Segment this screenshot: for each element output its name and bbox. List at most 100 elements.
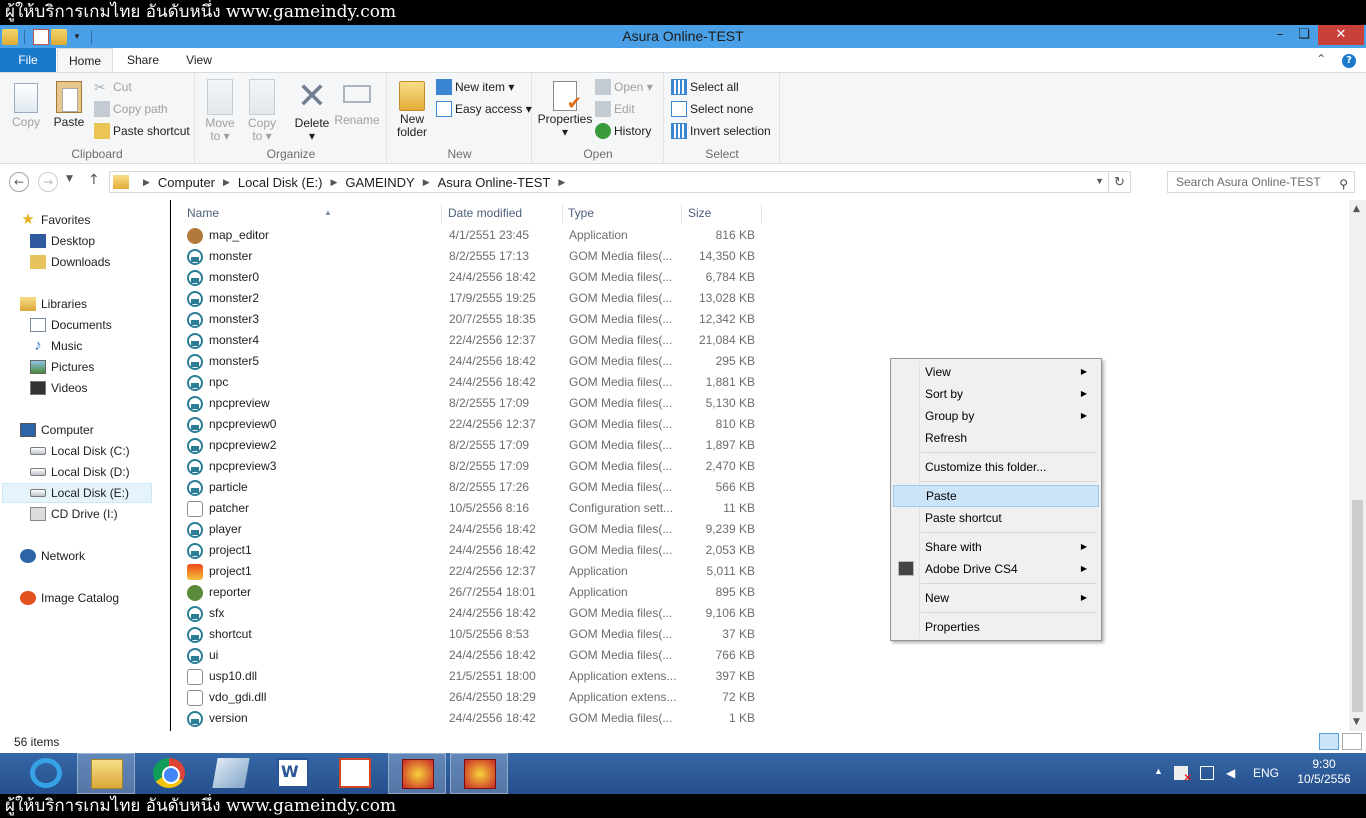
tab-share[interactable]: Share xyxy=(115,48,171,72)
file-row[interactable]: sfx 24/4/2556 18:42 GOM Media files(... 9,1… xyxy=(187,603,767,624)
file-row[interactable]: npcpreview3 8/2/2555 17:09 GOM Media files… xyxy=(187,456,767,477)
address-bar[interactable]: ▶ Computer ▶ Local Disk (E:) ▶ GAMEINDY … xyxy=(109,171,1131,193)
tab-view[interactable]: View xyxy=(171,48,227,72)
maximize-button[interactable]: ❏ xyxy=(1292,25,1316,45)
nav-downloads[interactable]: Downloads xyxy=(30,252,110,272)
context-menu-view[interactable]: View ▶ xyxy=(893,361,1099,383)
scrollbar-thumb[interactable] xyxy=(1352,500,1363,712)
nav-music[interactable]: ♪ Music xyxy=(30,336,82,356)
refresh-icon[interactable]: ↻ xyxy=(1108,172,1130,192)
nav-pictures[interactable]: Pictures xyxy=(30,357,94,377)
file-row[interactable]: monster 8/2/2555 17:13 GOM Media files(...… xyxy=(187,246,767,267)
file-row[interactable]: monster3 20/7/2555 18:35 GOM Media files(.… xyxy=(187,309,767,330)
chevron-right-icon[interactable]: ▶ xyxy=(330,177,337,188)
scroll-up-icon[interactable]: ▲ xyxy=(1353,204,1360,214)
close-button[interactable]: ✕ xyxy=(1318,25,1364,45)
open-button[interactable]: Open ▾ xyxy=(595,77,653,97)
nav-libraries[interactable]: Libraries xyxy=(20,294,87,314)
volume-icon[interactable]: ◀ xyxy=(1226,766,1235,780)
address-history-dropdown-icon[interactable]: ▼ xyxy=(1095,176,1104,186)
select-all-button[interactable]: Select all xyxy=(671,77,739,97)
properties-button[interactable]: Properties ▾ xyxy=(537,77,593,138)
context-menu-group-by[interactable]: Group by ▶ xyxy=(893,405,1099,427)
search-input[interactable]: Search Asura Online-TEST ⚲ xyxy=(1167,171,1355,193)
paste-shortcut-button[interactable]: Paste shortcut xyxy=(94,121,190,141)
file-row[interactable]: version 24/4/2556 18:42 GOM Media files(..… xyxy=(187,708,767,729)
copy-button[interactable]: Copy xyxy=(6,77,46,129)
up-arrow-icon[interactable]: ↑ xyxy=(88,172,100,188)
scroll-down-icon[interactable]: ▼ xyxy=(1353,717,1360,727)
collapse-ribbon-icon[interactable]: ⌃ xyxy=(1316,52,1326,66)
copy-path-button[interactable]: Copy path xyxy=(94,99,168,119)
delete-button[interactable]: ✕ Delete ▾ xyxy=(292,77,332,143)
minimize-button[interactable]: – xyxy=(1268,25,1292,45)
context-menu-properties[interactable]: Properties xyxy=(893,616,1099,638)
nav-computer[interactable]: Computer xyxy=(20,420,94,440)
nav-disk-e[interactable]: Local Disk (E:) xyxy=(2,483,152,503)
back-button[interactable]: ← xyxy=(9,172,29,192)
taskbar-powerpoint[interactable] xyxy=(326,753,384,794)
new-item-button[interactable]: New item ▾ xyxy=(436,77,514,97)
chevron-right-icon[interactable]: ▶ xyxy=(558,177,565,188)
context-menu-customize[interactable]: Customize this folder... xyxy=(893,456,1099,478)
nav-cd-drive[interactable]: CD Drive (I:) xyxy=(30,504,118,524)
taskbar-file-explorer[interactable] xyxy=(77,753,135,794)
details-view-button[interactable] xyxy=(1319,733,1339,750)
nav-disk-d[interactable]: Local Disk (D:) xyxy=(30,462,130,482)
context-menu-share-with[interactable]: Share with ▶ xyxy=(893,536,1099,558)
context-menu-adobe-drive[interactable]: Adobe Drive CS4 ▶ xyxy=(893,558,1099,580)
tab-home[interactable]: Home xyxy=(57,48,113,73)
recent-locations-dropdown-icon[interactable]: ▼ xyxy=(66,174,73,184)
move-to-button[interactable]: Move to ▾ xyxy=(202,77,238,142)
file-row[interactable]: ui 24/4/2556 18:42 GOM Media files(... 766 … xyxy=(187,645,767,666)
column-header-name[interactable]: Name ▲ xyxy=(187,204,442,223)
edit-button[interactable]: Edit xyxy=(595,99,635,119)
context-menu-sort-by[interactable]: Sort by ▶ xyxy=(893,383,1099,405)
paste-button[interactable]: Paste xyxy=(50,77,88,129)
search-icon[interactable]: ⚲ xyxy=(1339,174,1348,194)
nav-favorites[interactable]: ★ Favorites xyxy=(20,210,90,230)
chevron-right-icon[interactable]: ▶ xyxy=(223,177,230,188)
column-header-size[interactable]: Size xyxy=(688,204,762,223)
breadcrumb-gameindy[interactable]: GAMEINDY xyxy=(345,175,414,190)
network-status-icon[interactable] xyxy=(1200,766,1214,780)
vertical-scrollbar[interactable]: ▲ ▼ xyxy=(1349,200,1366,731)
taskbar-word[interactable] xyxy=(264,753,322,794)
taskbar-chrome[interactable] xyxy=(140,753,198,794)
file-row[interactable]: project1 22/4/2556 12:37 Application 5,011 … xyxy=(187,561,767,582)
file-row[interactable]: project1 24/4/2556 18:42 GOM Media files(.… xyxy=(187,540,767,561)
file-row[interactable]: reporter 26/7/2554 18:01 Application 895 KB xyxy=(187,582,767,603)
new-folder-button[interactable]: New folder xyxy=(392,77,432,138)
breadcrumb-computer[interactable]: Computer xyxy=(158,175,215,190)
taskbar-asura-game-2[interactable] xyxy=(450,753,508,794)
file-row[interactable]: vdo_gdi.dll 26/4/2550 18:29 Application ex… xyxy=(187,687,767,708)
tab-file[interactable]: File xyxy=(0,48,56,72)
large-icons-view-button[interactable] xyxy=(1342,733,1362,750)
context-menu-paste-shortcut[interactable]: Paste shortcut xyxy=(893,507,1099,529)
file-row[interactable]: npcpreview2 8/2/2555 17:09 GOM Media files… xyxy=(187,435,767,456)
rename-button[interactable]: Rename xyxy=(334,77,380,127)
clock[interactable]: 9:30 10/5/2556 xyxy=(1296,757,1352,787)
file-list[interactable]: Name ▲ Date modified Type Size map_edito… xyxy=(171,200,1349,731)
file-row[interactable]: npcpreview 8/2/2555 17:09 GOM Media files(… xyxy=(187,393,767,414)
file-row[interactable]: monster2 17/9/2555 19:25 GOM Media files(.… xyxy=(187,288,767,309)
taskbar-asura-game-1[interactable] xyxy=(388,753,446,794)
file-row[interactable]: shortcut 10/5/2556 8:53 GOM Media files(..… xyxy=(187,624,767,645)
file-row[interactable]: usp10.dll 21/5/2551 18:00 Application exte… xyxy=(187,666,767,687)
select-none-button[interactable]: Select none xyxy=(671,99,753,119)
file-row[interactable]: patcher 10/5/2556 8:16 Configuration sett.… xyxy=(187,498,767,519)
file-row[interactable]: particle 8/2/2555 17:26 GOM Media files(..… xyxy=(187,477,767,498)
nav-image-catalog[interactable]: Image Catalog xyxy=(20,588,119,608)
file-row[interactable]: monster4 22/4/2556 12:37 GOM Media files(.… xyxy=(187,330,767,351)
file-row[interactable]: monster0 24/4/2556 18:42 GOM Media files(.… xyxy=(187,267,767,288)
column-header-date[interactable]: Date modified xyxy=(448,204,563,223)
chevron-right-icon[interactable]: ▶ xyxy=(423,177,430,188)
file-row[interactable]: npcpreview0 22/4/2556 12:37 GOM Media file… xyxy=(187,414,767,435)
window-titlebar[interactable]: ▾ Asura Online-TEST – ❏ ✕ xyxy=(0,25,1366,48)
breadcrumb-local-disk-e[interactable]: Local Disk (E:) xyxy=(238,175,323,190)
context-menu-new[interactable]: New ▶ xyxy=(893,587,1099,609)
breadcrumb-asura-online-test[interactable]: Asura Online-TEST xyxy=(438,175,551,190)
forward-button[interactable]: → xyxy=(38,172,58,192)
column-header-type[interactable]: Type xyxy=(568,204,682,223)
context-menu-paste[interactable]: Paste xyxy=(893,485,1099,507)
